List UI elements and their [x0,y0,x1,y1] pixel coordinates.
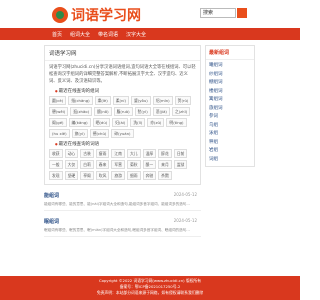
logo-text: 词语学习网 [71,8,141,24]
recent-word-tag[interactable]: 来月 [158,160,172,169]
recent-word-tag[interactable]: 收获 [49,149,63,158]
recent-zuci-tag[interactable]: 阁(gé) [49,118,67,127]
sidebar-item[interactable]: 泳组 [209,130,251,139]
recent-zuci-tag[interactable]: 圆(cè) [49,96,67,105]
recent-word-tag[interactable]: 古装 [80,149,94,158]
recent-word-tag[interactable]: 白莉 [80,160,94,169]
site-logo[interactable]: 词语学习网 [52,5,141,25]
nav-item-zuci[interactable]: 组词大全 [70,31,90,38]
recent-zuci-tag[interactable]: 亦(zū) [147,118,165,127]
site-header: 词语学习网 搜索 [0,0,300,28]
sidebar-item[interactable]: 乌组 [209,122,251,131]
recent-zuci-tag[interactable]: 樂(lè) [94,96,111,105]
article-date: 2024-05-12 [173,218,197,223]
recent-zuci-tag[interactable]: 愁(yì) [134,107,151,116]
recent-zuci-tag[interactable]: 憩(wěi) [49,107,69,116]
recent-zuci-tag[interactable]: 悲(jiǎ) [152,107,170,116]
recent-zuci-tag[interactable]: 贺(rǔ) [174,96,192,105]
recent-word-tag[interactable]: 坚硬 [64,171,79,180]
intro-panel: 词语学习网 词语学习网(zhucidi.cn)分享汉语词语组词,造句词语大全等在… [44,45,201,185]
recent-word-tag[interactable]: 吹风 [95,171,110,180]
sidebar: 最新组词 曦组词 纱组词 棚组词 楼组词 篱组词 旅组词 参词 乌组 泳组 秤组 岩组 词组 [205,45,255,167]
recent-word-tag[interactable]: 监狱 [173,160,188,169]
recent-zuci-tag[interactable]: 之(zhī) [171,107,191,116]
article-summary: 能组词有哪些、能的意思、能(nài)字组词大全和造句,能组词多音字组词、能组词多… [44,202,190,206]
article-date: 2024-05-12 [173,192,197,197]
intro-text: 词语学习网(zhucidi.cn)分享汉语词语组词,造句词语大全等在线组词、可以… [49,65,196,84]
search-button[interactable] [237,8,247,18]
nav-item-hanzi[interactable]: 汉字大全 [126,31,146,38]
recent-zuci-tag[interactable]: 德(chǔ) [89,129,110,138]
recent-word-tag[interactable]: 瘦雨 [95,149,110,158]
recent-word-tag[interactable]: 菊秋 [126,160,141,169]
recent-zuci-tag[interactable]: 晒(dú) [92,118,111,127]
sidebar-item[interactable]: 词组 [209,156,251,165]
recent-word-tag[interactable]: 大儿 [126,149,141,158]
recent-word-tag[interactable]: 醉花 [158,149,172,158]
sidebar-item[interactable]: 曦组词 [209,62,251,71]
recent-zuci-tag[interactable]: 逛(zhāo) [70,107,93,116]
site-footer: Copyright ©2022 词语学习网(www.zhucidi.cn) 版权… [0,276,300,300]
sidebar-item[interactable]: 参词 [209,113,251,122]
recent-zuci-tag[interactable]: 柔(ní) [112,96,129,105]
recent-word-tag[interactable]: 江南 [111,149,125,158]
main-content: 词语学习网 词语学习网(zhucidi.cn)分享汉语词语组词,造句词语大全等在… [44,45,201,237]
logo-icon [52,7,68,23]
nav-item-ciyu[interactable]: 带名词语 [98,31,118,38]
recent-zuci-heading: 最近在线查询的组词 [55,88,196,94]
sidebar-item[interactable]: 秤组 [209,139,251,148]
recent-zuci-tags: 圆(cè) 指(chǎng) 樂(lè) 柔(ní) 婆(yǒu) 绍(mǐn) 贺(rǔ)… [49,96,196,138]
nav-item-home[interactable]: 首页 [52,31,62,38]
recent-word-tag[interactable]: 军营 [111,160,125,169]
recent-word-tag[interactable]: 大仅 [64,160,79,169]
sidebar-item[interactable]: 纱组词 [209,71,251,80]
article-summary: 眠组词有哪些、眠的意思、眠(mián)字组词大全和造句,眠组词多音字组词、眠组词… [44,228,190,232]
recent-zuci-tag[interactable]: 酿(nǒ) [94,107,112,116]
recent-word-tag[interactable]: 日前 [173,149,188,158]
recent-words-tags: 收获 动心 古装 瘦雨 江南 大儿 温厚 醉花 日前一般 大仅 白莉 春来 军营 菊秋 酿一 来月 监狱发现 坚硬… [49,149,196,180]
recent-word-tag[interactable]: 一般 [49,160,63,169]
recent-word-tag[interactable]: 旅游 [111,171,125,180]
recent-words-heading: 最近在线查询的词语 [55,141,196,147]
recent-word-tag[interactable]: 动心 [64,149,79,158]
recent-zuci-tag[interactable]: 腹(ruò) [113,107,133,116]
recent-zuci-tag[interactable]: 碎(yuán) [111,129,134,138]
recent-zuci-tag[interactable]: 旅(yì) [71,129,88,138]
recent-word-tag[interactable]: 亭阁 [80,171,94,180]
sidebar-item[interactable]: 楼组词 [209,88,251,97]
recent-word-tag[interactable]: 酿一 [142,160,157,169]
recent-word-tag[interactable]: 温厚 [142,149,157,158]
recent-zuci-tag[interactable]: (hu xíē) [49,129,70,138]
recent-zuci-tag[interactable]: 指(chǎng) [68,96,93,105]
sidebar-item[interactable]: 棚组词 [209,79,251,88]
recent-zuci-tag[interactable]: 婆(yǒu) [130,96,151,105]
article-item: 能组词 2024-05-12 能组词有哪些、能的意思、能(nài)字组词大全和造… [44,190,201,211]
recent-word-tag[interactable]: 奔驰 [142,171,157,180]
main-nav: 首页 组词大全 带名词语 汉字大全 [0,28,300,40]
recent-zuci-tag[interactable]: 明(tíng) [166,118,187,127]
sidebar-item[interactable]: 旅组词 [209,105,251,114]
recent-word-tag[interactable]: 细雨 [126,171,141,180]
recent-zuci-tag[interactable]: 编(kǎng) [68,118,91,127]
sidebar-title: 最新组词 [206,46,254,60]
recent-zuci-tag[interactable]: 绍(mǐn) [152,96,173,105]
recent-word-tag[interactable]: 杀戮 [158,171,172,180]
recent-word-tag[interactable]: 发现 [49,171,63,180]
recent-word-tag[interactable]: 春来 [95,160,110,169]
sidebar-item[interactable]: 岩组 [209,147,251,156]
page-title: 词语学习网 [45,46,200,61]
article-item: 眠组词 2024-05-12 眠组词有哪些、眠的意思、眠(mián)字组词大全和… [44,216,201,237]
recent-zuci-tag[interactable]: 洗(lǐ) [130,118,146,127]
recent-zuci-tag[interactable]: 妇(ài) [112,118,129,127]
sidebar-list: 曦组词 纱组词 棚组词 楼组词 篱组词 旅组词 参词 乌组 泳组 秤组 岩组 词组 [206,60,254,166]
search-input[interactable]: 搜索 [200,8,236,18]
footer-disclaimer: 免责声明：本站部分词语来源于网络，如有侵权请联系我们删除 [96,290,204,295]
sidebar-item[interactable]: 篱组词 [209,96,251,105]
